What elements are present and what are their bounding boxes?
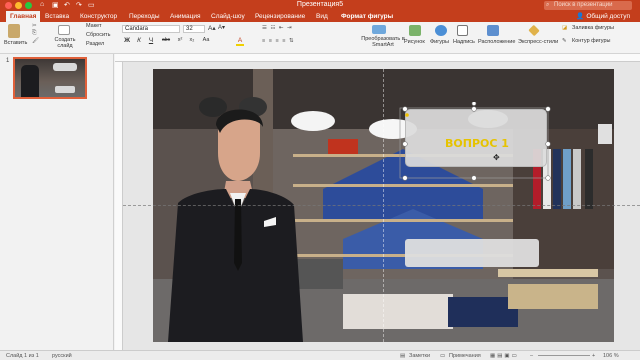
zoom-level[interactable]: 106 % — [603, 351, 619, 360]
zoom-out-icon[interactable]: – — [530, 351, 533, 360]
slide-thumbnail[interactable] — [13, 57, 87, 99]
reset-button[interactable]: Сбросить — [86, 32, 110, 39]
underline-button[interactable]: Ч — [147, 37, 155, 44]
smartart-icon[interactable] — [372, 25, 386, 34]
font-size-field[interactable]: 32 — [183, 25, 205, 33]
new-slide-label[interactable]: Создать слайд — [52, 37, 78, 49]
font-color-button[interactable]: A — [236, 37, 244, 46]
thumbnail-number: 1 — [6, 58, 10, 64]
status-bar: Слайд 1 из 1 русский ▤ Заметки ▭ Примеча… — [0, 350, 640, 360]
textbox-button[interactable]: Надпись — [453, 39, 475, 46]
view-buttons-icon[interactable]: ▦▤▣▭ — [490, 351, 519, 360]
comments-icon: ▭ — [440, 353, 446, 359]
notes-button[interactable]: Заметки — [409, 351, 430, 360]
paint-bucket-icon[interactable]: ◪ — [562, 25, 567, 32]
shapes-icon[interactable] — [435, 25, 447, 36]
zoom-in-icon[interactable]: + — [592, 351, 595, 360]
tab-design[interactable]: Конструктор — [80, 11, 117, 22]
italic-button[interactable]: К — [135, 37, 143, 44]
powerpoint-window: ⌂ ▣ ↶ ↷ ▭ Презентация5 ⌕ Поиск в презент… — [0, 0, 640, 360]
new-slide-icon[interactable] — [58, 25, 70, 35]
ribbon: Вставить ✂ ⎘ 🖌 Создать слайд Макет Сброс… — [0, 22, 640, 54]
vertical-ruler — [115, 62, 123, 350]
horizontal-smart-guide — [123, 205, 640, 206]
paste-icon[interactable] — [8, 24, 20, 38]
slide-counter: Слайд 1 из 1 — [6, 353, 39, 359]
section-button[interactable]: Раздел — [86, 41, 104, 48]
comments-button[interactable]: Примечания — [449, 351, 481, 360]
tab-transitions[interactable]: Переходы — [129, 11, 160, 22]
format-painter-icon[interactable]: 🖌 — [32, 38, 39, 45]
strikethrough-button[interactable]: abc — [159, 37, 173, 43]
shape-outline-button[interactable]: Контур фигуры — [572, 38, 610, 45]
picture-icon[interactable] — [409, 25, 421, 36]
horizontal-ruler — [115, 54, 640, 62]
zoom-slider[interactable] — [538, 355, 590, 356]
thumbnail-answer-box — [55, 86, 75, 93]
search-placeholder: Поиск в презентации — [554, 2, 613, 8]
tab-animations[interactable]: Анимация — [170, 11, 201, 22]
arrange-button[interactable]: Расположение — [478, 39, 515, 46]
tab-home[interactable]: Главная — [6, 11, 41, 22]
tab-shape-format[interactable]: Формат фигуры — [341, 11, 393, 22]
search-input[interactable]: ⌕ Поиск в презентации — [544, 1, 632, 10]
arrange-icon[interactable] — [487, 25, 499, 36]
share-label: Общий доступ — [586, 13, 630, 20]
convert-smartart-button[interactable]: Преобразовать в SmartArt — [360, 36, 406, 48]
answer-shape[interactable] — [405, 239, 539, 267]
decrease-font-icon[interactable]: A▾ — [218, 25, 225, 32]
font-name-field[interactable]: Candara — [122, 25, 180, 33]
person-icon: 👤 — [576, 13, 587, 20]
man-in-suit-image — [168, 109, 303, 342]
picture-button[interactable]: Рисунок — [404, 39, 425, 46]
align-buttons-icon[interactable]: ≡ ≡ ≡ ≡ ⇅ — [262, 38, 295, 45]
quick-styles-icon[interactable] — [528, 24, 540, 37]
copy-icon[interactable]: ⎘ — [32, 30, 36, 37]
ribbon-tabs: Главная Вставка Конструктор Переходы Ани… — [0, 11, 640, 22]
title-bar: ⌂ ▣ ↶ ↷ ▭ Презентация5 ⌕ Поиск в презент… — [0, 0, 640, 11]
share-button[interactable]: 👤 Общий доступ — [576, 11, 630, 22]
quick-styles-button[interactable]: Экспресс-стили — [518, 39, 558, 46]
thumbnail-man-figure — [21, 65, 39, 97]
shapes-button[interactable]: Фигуры — [430, 39, 449, 46]
search-icon: ⌕ — [546, 2, 550, 8]
change-case-button[interactable]: Аа — [200, 37, 212, 43]
tab-view[interactable]: Вид — [316, 11, 328, 22]
layout-button[interactable]: Макет — [86, 23, 102, 30]
notes-icon: ▤ — [400, 353, 406, 359]
slide-thumbnails-panel: 1 — [0, 54, 114, 350]
superscript-button[interactable]: x² — [176, 37, 184, 43]
textbox-icon[interactable] — [457, 25, 468, 36]
language-indicator[interactable]: русский — [52, 351, 72, 360]
tab-slideshow[interactable]: Слайд-шоу — [211, 11, 245, 22]
thumbnail-question-box — [53, 63, 77, 71]
list-buttons-icon[interactable]: ☰ ☷ ⇤ ⇥ — [262, 25, 293, 32]
paste-label[interactable]: Вставить — [4, 40, 27, 47]
increase-font-icon[interactable]: A▴ — [208, 25, 216, 32]
move-cursor-icon: ✥ — [493, 153, 500, 162]
shape-fill-button[interactable]: Заливка фигуры — [572, 25, 614, 32]
subscript-button[interactable]: x₂ — [188, 37, 196, 43]
selection-handles[interactable] — [398, 102, 558, 182]
pen-icon[interactable]: ✎ — [562, 38, 567, 45]
bold-button[interactable]: Ж — [123, 37, 131, 44]
tab-insert[interactable]: Вставка — [45, 11, 69, 22]
cut-icon[interactable]: ✂ — [32, 23, 37, 30]
tab-review[interactable]: Рецензирование — [255, 11, 305, 22]
